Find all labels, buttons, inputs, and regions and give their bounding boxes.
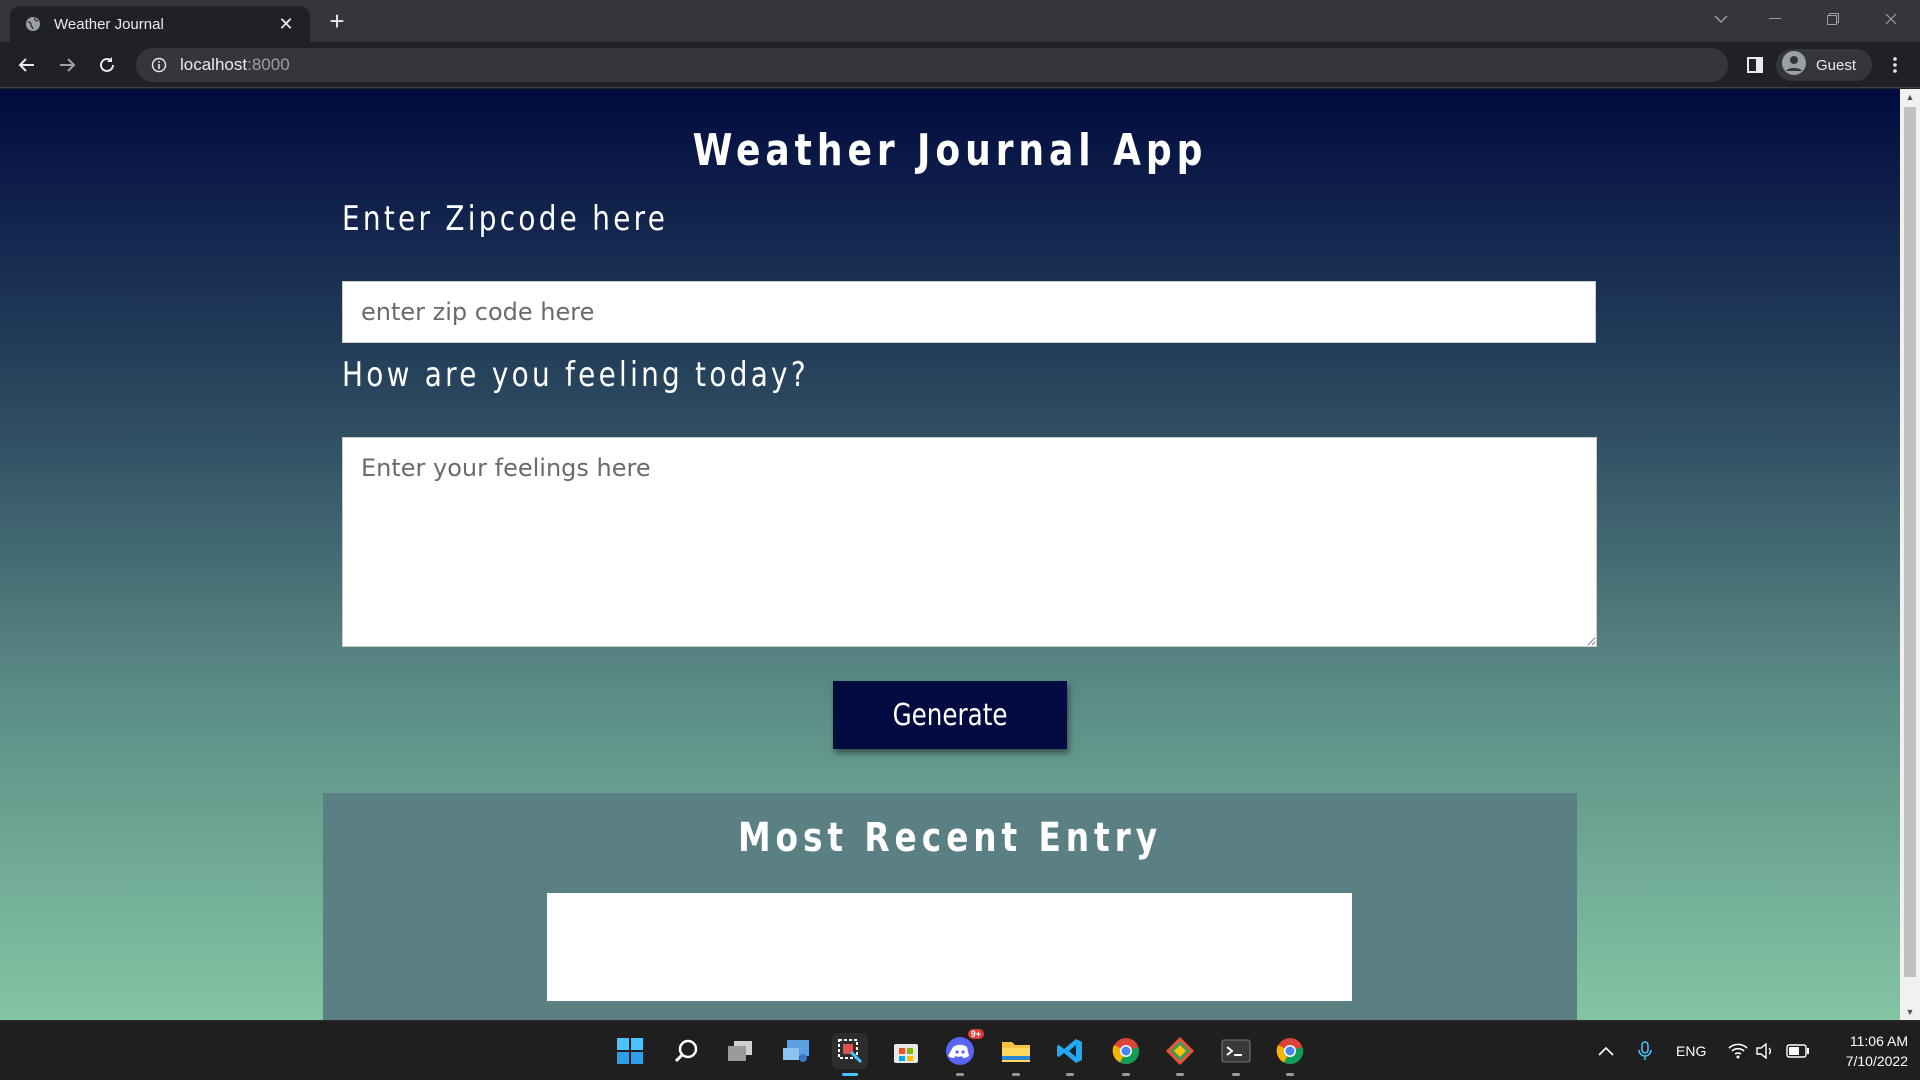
feelings-label: How are you feeling today? xyxy=(342,355,809,395)
feelings-textarea[interactable] xyxy=(342,437,1597,647)
language-indicator[interactable]: ENG xyxy=(1676,1021,1706,1080)
snipping-tool-icon[interactable] xyxy=(832,1033,868,1076)
task-view-icon[interactable] xyxy=(722,1033,758,1069)
url-port: :8000 xyxy=(247,55,290,74)
vscode-icon[interactable] xyxy=(1052,1033,1088,1076)
running-indicator xyxy=(1286,1073,1294,1076)
active-indicator xyxy=(842,1073,858,1076)
volume-icon[interactable] xyxy=(1756,1021,1776,1080)
battery-icon[interactable] xyxy=(1786,1021,1810,1080)
clock-time: 11:06 AM xyxy=(1849,1033,1908,1049)
microsoft-store-icon[interactable] xyxy=(888,1033,924,1069)
back-arrow-icon[interactable] xyxy=(12,50,42,80)
running-indicator xyxy=(1232,1073,1240,1076)
chrome-guest-icon[interactable] xyxy=(1272,1033,1308,1076)
new-tab-button[interactable]: + xyxy=(322,6,352,36)
discord-icon[interactable]: 9+ xyxy=(942,1029,984,1076)
address-bar[interactable]: localhost:8000 xyxy=(136,48,1728,82)
url-host: localhost xyxy=(180,55,248,74)
more-menu-icon[interactable] xyxy=(1880,50,1910,80)
profile-button[interactable]: Guest xyxy=(1776,49,1872,81)
widgets-icon[interactable] xyxy=(778,1033,814,1069)
running-indicator xyxy=(1012,1073,1020,1076)
close-tab-icon[interactable]: ✕ xyxy=(276,14,296,35)
tab-strip: Weather Journal ✕ + xyxy=(0,0,1920,42)
running-indicator xyxy=(1066,1073,1074,1076)
running-indicator xyxy=(1122,1073,1130,1076)
profile-label: Guest xyxy=(1816,56,1857,74)
show-hidden-icons-chevron-icon[interactable] xyxy=(1598,1021,1614,1080)
browser-toolbar: localhost:8000 Guest xyxy=(0,42,1920,88)
chrome-icon[interactable] xyxy=(1108,1033,1144,1076)
file-explorer-icon[interactable] xyxy=(998,1033,1034,1076)
recent-entry-panel: Most Recent Entry xyxy=(323,793,1577,1020)
clock-date: 7/10/2022 xyxy=(1845,1053,1908,1069)
zip-input[interactable] xyxy=(342,281,1596,343)
page-viewport: Weather Journal App Enter Zipcode here H… xyxy=(0,89,1900,1020)
scroll-down-arrow-icon[interactable]: ▼ xyxy=(1900,1004,1920,1020)
scroll-up-arrow-icon[interactable]: ▲ xyxy=(1900,89,1920,105)
system-clock[interactable]: 11:06 AM 7/10/2022 xyxy=(1818,1031,1908,1071)
avatar-icon xyxy=(1782,50,1806,80)
tab-title: Weather Journal xyxy=(54,15,164,33)
git-icon[interactable] xyxy=(1162,1033,1198,1076)
generate-label: Generate xyxy=(892,697,1008,733)
url-text: localhost:8000 xyxy=(180,55,290,75)
running-indicator xyxy=(1176,1073,1184,1076)
globe-icon xyxy=(24,15,42,33)
notification-badge: 9+ xyxy=(967,1029,984,1039)
forward-arrow-icon[interactable] xyxy=(52,50,82,80)
wifi-icon[interactable] xyxy=(1728,1021,1748,1080)
site-info-icon[interactable] xyxy=(150,56,168,74)
zip-label: Enter Zipcode here xyxy=(342,199,669,239)
start-icon[interactable] xyxy=(612,1033,648,1069)
taskbar: 9+ ENG 11:06 AM 7/10/2022 xyxy=(0,1020,1920,1080)
generate-button[interactable]: Generate xyxy=(833,681,1067,749)
minimize-button[interactable] xyxy=(1746,0,1804,38)
page-title: Weather Journal App xyxy=(692,125,1208,176)
side-panel-icon[interactable] xyxy=(1740,50,1770,80)
recent-entry-title: Most Recent Entry xyxy=(737,815,1163,861)
restore-button[interactable] xyxy=(1804,0,1862,38)
browser-tab[interactable]: Weather Journal ✕ xyxy=(10,6,310,42)
page-scrollbar[interactable]: ▲ ▼ xyxy=(1900,89,1920,1020)
entry-holder xyxy=(547,893,1352,1001)
close-window-button[interactable] xyxy=(1862,0,1920,38)
scroll-thumb[interactable] xyxy=(1904,107,1916,977)
microphone-icon[interactable] xyxy=(1638,1021,1652,1080)
search-icon[interactable] xyxy=(668,1033,704,1069)
tab-search-icon[interactable] xyxy=(1692,0,1750,38)
running-indicator xyxy=(956,1073,964,1076)
reload-icon[interactable] xyxy=(92,50,122,80)
terminal-icon[interactable] xyxy=(1218,1033,1254,1076)
